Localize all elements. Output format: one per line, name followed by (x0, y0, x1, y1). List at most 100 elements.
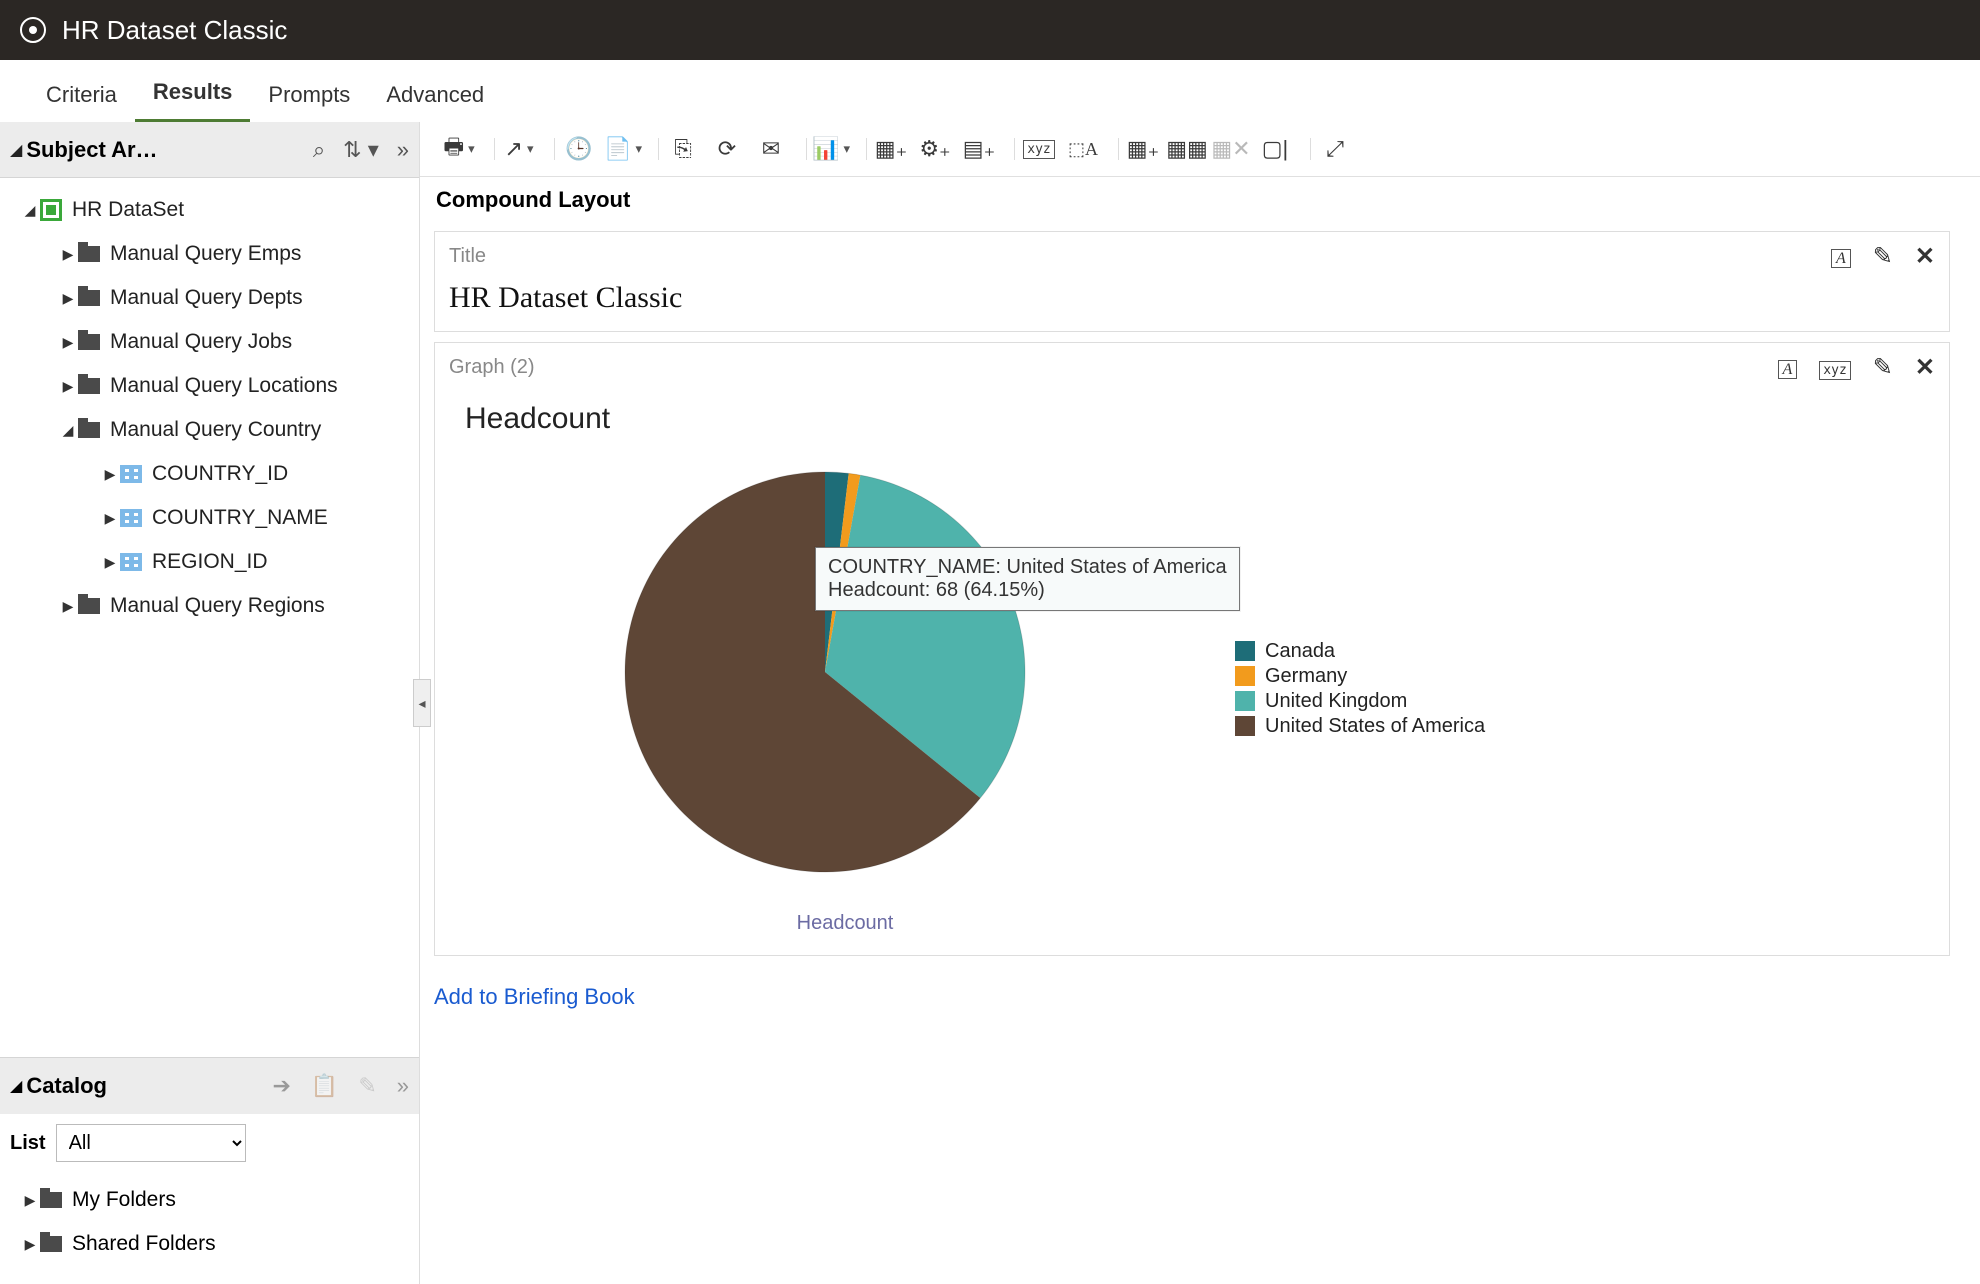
tree-folder-label: Manual Query Emps (110, 242, 301, 266)
pie-caption: Headcount (797, 912, 894, 935)
chart-legend: CanadaGermanyUnited KingdomUnited States… (1225, 442, 1929, 935)
legend-item[interactable]: Canada (1235, 640, 1929, 663)
tree-folder[interactable]: ▶ Manual Query Regions (6, 584, 413, 628)
tree-column-label: REGION_ID (152, 550, 268, 574)
tree-folder-label: Manual Query Locations (110, 374, 338, 398)
legend-label: United Kingdom (1265, 690, 1407, 713)
catalog-filter-select[interactable]: All (56, 1124, 246, 1162)
folder-icon (78, 290, 100, 306)
folder-icon (78, 246, 100, 262)
copy-button[interactable]: 📄 (608, 134, 638, 164)
edit-icon[interactable] (358, 1073, 376, 1099)
export-button[interactable] (504, 134, 534, 164)
catalog-folder[interactable]: ▶ My Folders (6, 1178, 413, 1222)
add-to-briefing-book-link[interactable]: Add to Briefing Book (420, 966, 649, 1028)
remove-view-button[interactable] (1915, 242, 1935, 271)
tab-results[interactable]: Results (135, 65, 250, 123)
layout-add-button[interactable]: ▦₊ (1128, 134, 1158, 164)
open-icon[interactable] (272, 1073, 290, 1099)
results-toolbar: 🕒 📄 ⎘ ▦₊ ⚙₊ ▤₊ xyz ⬚A ▦₊ ▦▦ (420, 122, 1980, 177)
tree-column[interactable]: ▶ REGION_ID (6, 540, 413, 584)
expand-panel-icon[interactable] (397, 137, 409, 163)
layout-remove-button: ▦✕ (1216, 134, 1246, 164)
graph-card: Graph (2) A xyz Headcount Headcount (434, 342, 1950, 956)
tree-folder-label: Manual Query Regions (110, 594, 325, 618)
tab-prompts[interactable]: Prompts (250, 68, 368, 122)
add-to-button-3[interactable]: ▤₊ (964, 134, 994, 164)
format-container-button[interactable]: A (1778, 353, 1798, 382)
edit-view-button[interactable] (1873, 353, 1893, 382)
catalog-panel: ◢ Catalog 📋 List All ▶ My Folders (0, 1057, 419, 1284)
layout-rename-button[interactable]: ▢| (1260, 134, 1290, 164)
splitter-handle[interactable]: ◂ (413, 679, 431, 727)
title-card: Title A HR Dataset Classic (434, 231, 1950, 332)
tree-folder-expanded[interactable]: ◢ Manual Query Country (6, 408, 413, 452)
legend-item[interactable]: United States of America (1235, 715, 1929, 738)
folder-icon (40, 1192, 62, 1208)
tab-advanced[interactable]: Advanced (368, 68, 502, 122)
content-area: 🕒 📄 ⎘ ▦₊ ⚙₊ ▤₊ xyz ⬚A ▦₊ ▦▦ (420, 122, 1980, 1284)
chart-tooltip: COUNTRY_NAME: United States of America H… (815, 547, 1240, 611)
chart-title: Headcount (465, 402, 1929, 436)
tooltip-line-2: Headcount: 68 (64.15%) (828, 579, 1227, 602)
tree-folder[interactable]: ▶ Manual Query Depts (6, 276, 413, 320)
pie-chart[interactable]: Headcount COUNTRY_NAME: United States of… (465, 442, 1225, 935)
mail-button[interactable] (756, 134, 786, 164)
app-header: HR Dataset Classic (0, 0, 1980, 60)
legend-swatch (1235, 716, 1255, 736)
tree-folder[interactable]: ▶ Manual Query Jobs (6, 320, 413, 364)
catalog-filter-row: List All (0, 1114, 419, 1172)
folder-icon (78, 598, 100, 614)
tooltip-line-1: COUNTRY_NAME: United States of America (828, 556, 1227, 579)
legend-swatch (1235, 641, 1255, 661)
format-a-button[interactable]: ⬚A (1068, 134, 1098, 164)
catalog-tree: ▶ My Folders ▶ Shared Folders (0, 1172, 419, 1284)
subject-areas-header: ◢ Subject Ar… ▾ (0, 122, 419, 178)
catalog-folder[interactable]: ▶ Shared Folders (6, 1222, 413, 1266)
add-to-button-1[interactable]: ▦₊ (876, 134, 906, 164)
subject-areas-tree: ◢ HR DataSet ▶ Manual Query Emps ▶ Manua… (0, 178, 419, 638)
layout-grid-button[interactable]: ▦▦ (1172, 134, 1202, 164)
app-title: HR Dataset Classic (62, 15, 287, 46)
collapse-triangle-icon[interactable]: ◢ (10, 140, 22, 160)
tree-folder-label: Manual Query Depts (110, 286, 303, 310)
compound-layout-heading: Compound Layout (420, 177, 1980, 227)
tree-folder[interactable]: ▶ Manual Query Emps (6, 232, 413, 276)
catalog-title: Catalog (26, 1073, 107, 1099)
tree-folder-label: Manual Query Country (110, 418, 321, 442)
legend-item[interactable]: Germany (1235, 665, 1929, 688)
catalog-folder-label: My Folders (72, 1188, 176, 1212)
tree-root[interactable]: ◢ HR DataSet (6, 188, 413, 232)
new-view-button[interactable] (816, 134, 846, 164)
pie-svg[interactable] (585, 442, 1105, 902)
folder-icon (78, 422, 100, 438)
xyz-small-button[interactable]: xyz (1819, 353, 1850, 382)
print-button[interactable] (444, 134, 474, 164)
dataset-icon (40, 199, 62, 221)
legend-label: United States of America (1265, 715, 1485, 738)
tab-criteria[interactable]: Criteria (28, 68, 135, 122)
expand-panel-icon[interactable] (397, 1073, 409, 1099)
folder-icon (78, 378, 100, 394)
xyz-button[interactable]: xyz (1024, 134, 1054, 164)
paste-icon[interactable]: 📋 (311, 1073, 338, 1099)
sort-icon[interactable]: ▾ (343, 137, 379, 163)
show-xml-button[interactable]: ⎘ (668, 134, 698, 164)
legend-item[interactable]: United Kingdom (1235, 690, 1929, 713)
search-icon[interactable] (313, 137, 325, 163)
tree-column[interactable]: ▶ COUNTRY_NAME (6, 496, 413, 540)
performance-button[interactable]: ⤢ (1320, 134, 1350, 164)
add-to-button-2[interactable]: ⚙₊ (920, 134, 950, 164)
sidebar: ◢ Subject Ar… ▾ ◢ HR DataSet ▶ Manual Qu… (0, 122, 420, 1284)
refresh-button[interactable] (712, 134, 742, 164)
graph-card-header: Graph (2) (449, 356, 535, 379)
edit-view-button[interactable] (1873, 242, 1893, 271)
tree-folder[interactable]: ▶ Manual Query Locations (6, 364, 413, 408)
title-card-header: Title (449, 245, 486, 268)
schedule-button[interactable]: 🕒 (564, 134, 594, 164)
column-icon (120, 509, 142, 527)
collapse-triangle-icon[interactable]: ◢ (10, 1076, 22, 1096)
remove-view-button[interactable] (1915, 353, 1935, 382)
format-container-button[interactable]: A (1831, 242, 1851, 271)
tree-column[interactable]: ▶ COUNTRY_ID (6, 452, 413, 496)
